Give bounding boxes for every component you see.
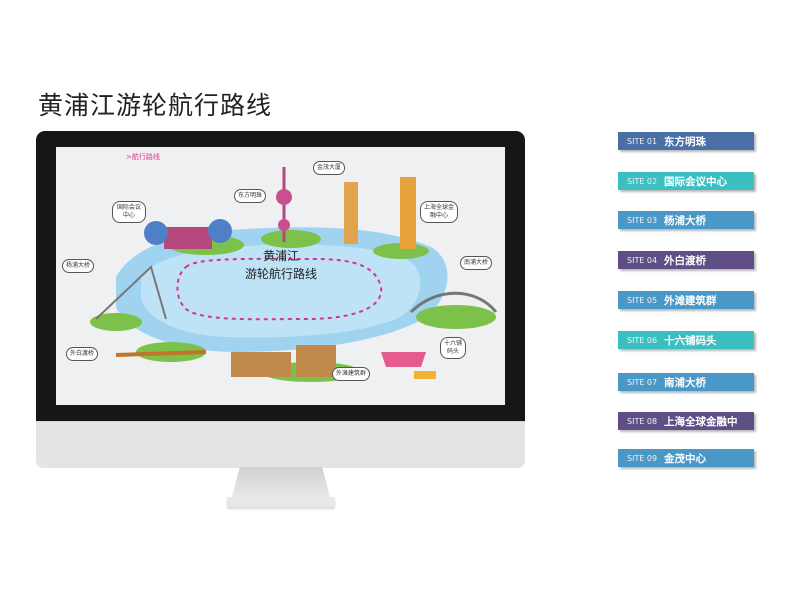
center-title-line-2: 游轮航行路线	[244, 267, 317, 281]
site-name: 十六铺码头	[664, 334, 717, 347]
site-name: 杨浦大桥	[664, 214, 706, 227]
site-name: 金茂中心	[664, 452, 706, 465]
screen-tag: >航行路线	[126, 153, 160, 161]
site-item-03[interactable]: SITE 03 杨浦大桥	[618, 211, 754, 229]
site-number: SITE 03	[627, 215, 658, 225]
site-item-06[interactable]: SITE 06 十六铺码头	[618, 331, 754, 349]
page-title: 黄浦江游轮航行路线	[38, 91, 273, 120]
site-number: SITE 06	[627, 335, 658, 345]
site-name: 东方明珠	[664, 135, 706, 148]
site-item-01[interactable]: SITE 01 东方明珠	[618, 132, 754, 150]
map-label-yangpu-bridge: 杨浦大桥	[62, 259, 95, 273]
site-number: SITE 01	[627, 136, 658, 146]
site-item-09[interactable]: SITE 09 金茂中心	[618, 449, 754, 467]
site-item-02[interactable]: SITE 02 国际会议中心	[618, 172, 754, 190]
site-name: 南浦大桥	[664, 376, 706, 389]
site-name: 外白渡桥	[664, 254, 706, 267]
site-item-04[interactable]: SITE 04 外白渡桥	[618, 251, 754, 269]
map-label-waibaidu-bridge: 外白渡桥	[66, 347, 99, 361]
monitor-bezel: >航行路线 黄浦江 游轮航行路线 东方明珠 金茂大厦 国际会议中心 上海全球金融…	[36, 131, 525, 421]
site-item-05[interactable]: SITE 05 外滩建筑群	[618, 291, 754, 309]
map-label-shiliupu-pier: 十六铺码头	[440, 337, 466, 359]
site-number: SITE 02	[627, 176, 658, 186]
site-number: SITE 09	[627, 453, 658, 463]
map-label-oriental-pearl: 东方明珠	[234, 189, 267, 203]
map-label-jinmao: 金茂大厦	[313, 161, 346, 175]
site-number: SITE 08	[627, 416, 658, 426]
monitor-stand	[232, 467, 330, 497]
site-number: SITE 04	[627, 255, 658, 265]
screen: >航行路线 黄浦江 游轮航行路线 东方明珠 金茂大厦 国际会议中心 上海全球金融…	[56, 147, 505, 405]
site-name: 外滩建筑群	[664, 294, 717, 307]
map-label-bund-buildings: 外滩建筑群	[332, 367, 371, 381]
monitor-chin	[36, 421, 525, 468]
monitor: >航行路线 黄浦江 游轮航行路线 东方明珠 金茂大厦 国际会议中心 上海全球金融…	[36, 131, 525, 507]
site-item-07[interactable]: SITE 07 南浦大桥	[618, 373, 754, 391]
site-name: 国际会议中心	[664, 175, 727, 188]
map-label-convention-center: 国际会议中心	[112, 201, 146, 223]
monitor-stand-base	[227, 497, 335, 507]
site-name: 上海全球金融中	[664, 415, 738, 428]
center-title-line-1: 黄浦江	[262, 249, 299, 263]
site-number: SITE 07	[627, 377, 658, 387]
site-item-08[interactable]: SITE 08 上海全球金融中	[618, 412, 754, 430]
site-number: SITE 05	[627, 295, 658, 305]
center-title: 黄浦江 游轮航行路线	[226, 247, 336, 283]
map-label-nanpu-bridge: 南浦大桥	[460, 256, 493, 270]
map-label-world-financial: 上海全球金融中心	[420, 201, 458, 223]
